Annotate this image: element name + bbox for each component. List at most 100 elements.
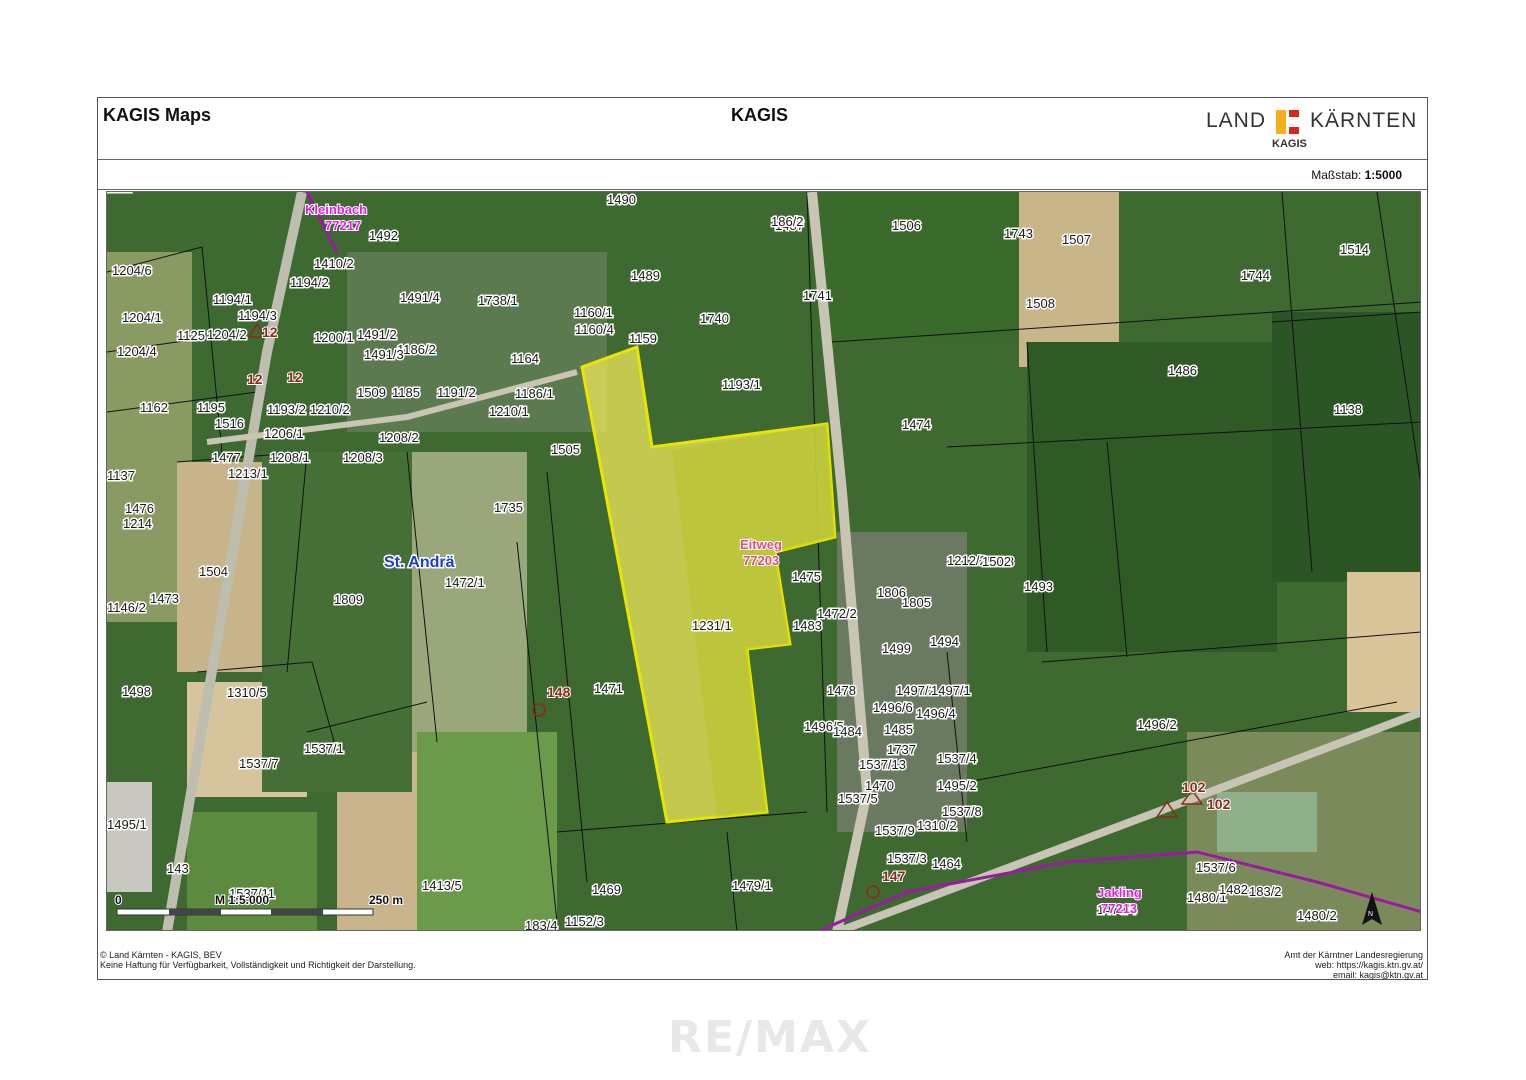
parcel-label: 1507 (1062, 232, 1091, 247)
email-link[interactable]: email: kagis@ktn.gv.at (1284, 970, 1423, 980)
parcel-label: 1125 (177, 328, 205, 343)
parcel-label: 1474 (902, 417, 931, 432)
parcel-label: 1537/5 (838, 791, 878, 806)
parcel-label: 1204/1 (122, 310, 162, 325)
parcel-label: 1492 (369, 228, 398, 243)
parcel-label: 1469 (592, 882, 621, 897)
disclaimer-text: Keine Haftung für Verfügbarkeit, Vollstä… (100, 960, 416, 970)
scale-value: 1:5000 (1364, 168, 1402, 182)
parcel-label: 1505 (551, 442, 580, 457)
parcel-label: 1208/1 (270, 450, 310, 465)
scale-bar-start: 0 (115, 893, 122, 907)
parcel-label: 1504 (199, 564, 228, 579)
field (1019, 192, 1119, 367)
parcel-label: 1506 (892, 218, 921, 233)
parcel-label: 1537/4 (937, 751, 977, 766)
marker-label: 12 (262, 324, 278, 340)
parcel-label: 1497/2 (896, 683, 936, 698)
parcel-label: 1537/9 (875, 823, 915, 838)
parcel-label: 1496/2 (1137, 717, 1177, 732)
parcel-label: 1162 (140, 400, 168, 415)
road-label-name: Eitweg (740, 537, 782, 552)
parcel-label: 1193/1 (722, 377, 761, 392)
parcel-label: 1537/3 (887, 851, 927, 866)
parcel-label: 183/4 (525, 918, 558, 931)
parcel-label: 1743 (1004, 226, 1033, 241)
remax-watermark: RE/MAX (668, 1012, 872, 1063)
field (1347, 572, 1420, 712)
map-sheet: KAGIS Maps KAGIS LAND KÄRNTEN KAGIS Maßs… (97, 97, 1428, 980)
service-title: KAGIS (731, 105, 789, 125)
parcel-label: 1160/1 (574, 305, 613, 320)
field (397, 452, 527, 752)
parcel-label: 1310/2 (917, 818, 957, 833)
sheet-header: KAGIS Maps KAGIS LAND KÄRNTEN KAGIS (98, 98, 1427, 160)
parcel-label: 1496/4 (916, 706, 956, 721)
parcel-label: 1483 (793, 618, 822, 633)
parcel-label: 1495/1 (107, 817, 147, 832)
parcel-label: 186/2 (771, 214, 804, 229)
settlement (347, 252, 607, 432)
marker-label: 148 (547, 684, 571, 700)
field (417, 732, 557, 930)
parcel-label: 1737 (887, 742, 916, 757)
parcel-label: 1152/3 (565, 914, 604, 929)
map-canvas[interactable]: 149014921487 15061743 150715141204/6 1410/2… (107, 192, 1421, 931)
pond (1217, 792, 1317, 852)
parcel-label: 1485 (884, 722, 913, 737)
parcel-label: 1193/2 (267, 402, 306, 417)
north-label: N (1368, 911, 1373, 918)
parcel-label: 1310/5 (227, 685, 267, 700)
parcel-label: 1204/6 (112, 263, 152, 278)
parcel-label: 1213/1 (228, 466, 268, 481)
parcel-label: 1744 (1241, 268, 1270, 283)
parcel-label: 1537/13 (859, 757, 906, 772)
parcel-label: 1208/2 (379, 430, 419, 445)
field (1027, 342, 1277, 652)
parcel-label: 1502 (982, 554, 1011, 569)
road-label-code: 77213 (1101, 901, 1137, 916)
parcel-label: 1204/2 (207, 327, 247, 342)
parcel-label: 1208/3 (343, 450, 383, 465)
parcel-label: 1480/2 (1297, 908, 1337, 923)
parcel-label: 1138 (1334, 402, 1362, 417)
parcel-label: 1206/1 (264, 426, 304, 441)
parcel-label: 1160/4 (575, 322, 614, 337)
parcel-label: 1471 (594, 681, 623, 696)
field (807, 192, 1037, 342)
scale-row: Maßstab: 1:5000 (98, 159, 1427, 190)
parcel-label: 1516 (215, 416, 244, 431)
parcel-label: 1413/5 (422, 878, 462, 893)
industrial-area (107, 782, 152, 892)
aerial-map[interactable]: 1490 1492 1487 1506 1743 1507 1514 1204/6 1410/2… (106, 191, 1421, 931)
footer-right: Amt der Kärntner Landesregierung web: ht… (1284, 950, 1423, 980)
scale-bar-end: 250 m (369, 893, 403, 907)
footer-left: © Land Kärnten - KAGIS, BEV Keine Haftun… (100, 950, 416, 970)
parcel-label: 1537/6 (1196, 860, 1236, 875)
parcel-label: 1185 (392, 385, 420, 400)
logo-kagis-text: KAGIS (1272, 138, 1307, 150)
parcel-label: 1509 (357, 385, 386, 400)
parcel-label: 1537/1 (304, 741, 344, 756)
parcel-label: 1514 (1340, 242, 1369, 257)
road-label-name: Kleinbach (305, 202, 367, 217)
parcel-label: 183/2 (1249, 884, 1282, 899)
land-kaernten-logo: LAND KÄRNTEN KAGIS (1206, 106, 1416, 154)
parcel-label: 1476 (125, 501, 154, 516)
parcel-label: 1491/2 (357, 327, 397, 342)
web-link[interactable]: web: https://kagis.ktn.gv.at/ (1284, 960, 1423, 970)
marker-label: 12 (287, 369, 303, 385)
parcel-label: 1489 (631, 268, 660, 283)
parcel-label: 1740 (700, 311, 729, 326)
logo-land-text: LAND (1206, 109, 1267, 132)
parcel-label: 1195 (197, 400, 225, 415)
parcel-label: 1477 (212, 450, 241, 465)
parcel-label: 1491/4 (400, 290, 440, 305)
scale-bar-middle: M 1:5.000 (215, 893, 269, 907)
parcel-label: 1210/1 (489, 404, 529, 419)
road-label-name: Jakling (1097, 885, 1142, 900)
marker-label: 102 (1182, 779, 1206, 795)
parcel-label: 1194/3 (238, 308, 277, 323)
parcel-label: 1495/2 (937, 778, 977, 793)
parcel-label: 1735 (494, 500, 523, 515)
